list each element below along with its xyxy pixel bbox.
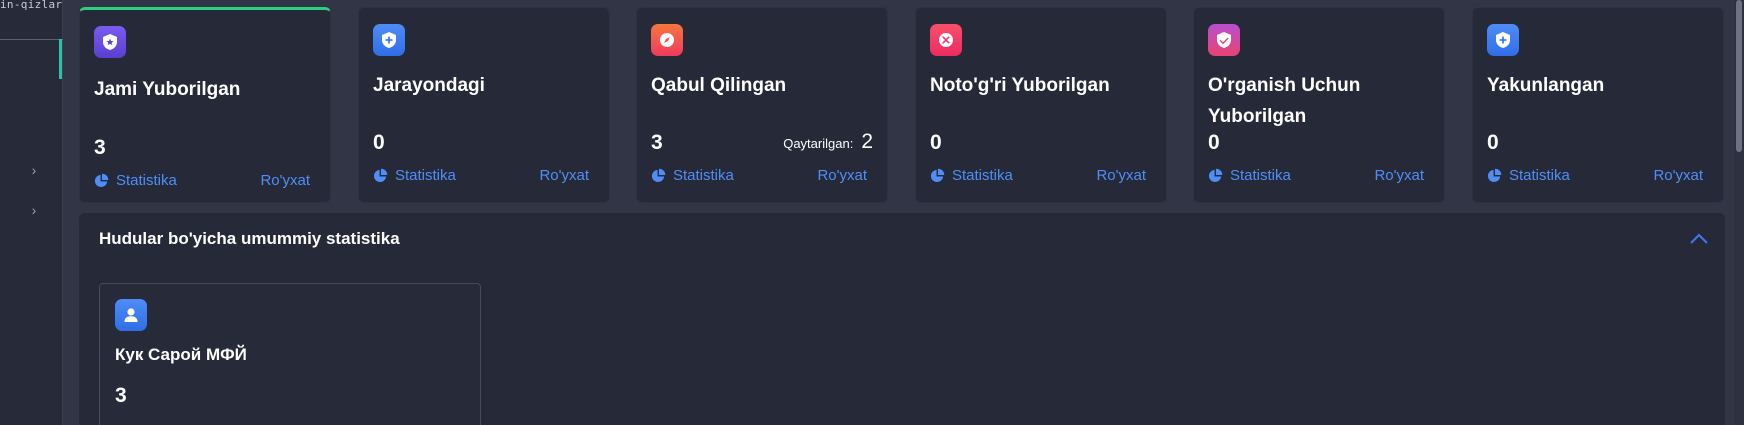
main-content: Jami Yuborilgan 3 Statistika Ro'yxat Jar… — [79, 0, 1725, 425]
sidebar-active-indicator — [59, 39, 62, 79]
card-footer: Statistika Ro'yxat — [1208, 165, 1424, 185]
card-footer: Statistika Ro'yxat — [373, 165, 589, 185]
sidebar-expand-chevron-icon[interactable]: › — [26, 162, 42, 178]
scrollbar[interactable] — [1734, 0, 1744, 425]
summary-card-notogri-yuborilgan[interactable]: Noto'g'ri Yuborilgan 0 Statistika Ro'yxa… — [915, 7, 1167, 203]
returned-label: Qaytarilgan: — [783, 136, 854, 151]
compass-icon — [651, 24, 683, 56]
region-count: 3 — [115, 384, 127, 407]
shield-plus-icon — [373, 24, 405, 56]
pie-chart-icon — [1208, 168, 1223, 182]
close-circle-icon — [930, 24, 962, 56]
returned-info: Qaytarilgan: 2 — [783, 130, 873, 154]
region-name: Кук Сарой МФЙ — [115, 345, 247, 364]
list-link[interactable]: Ro'yxat — [1096, 167, 1146, 184]
pie-chart-icon — [930, 168, 945, 182]
user-icon — [115, 299, 147, 331]
summary-card-jami-yuborilgan[interactable]: Jami Yuborilgan 3 Statistika Ro'yxat — [79, 7, 331, 203]
summary-cards: Jami Yuborilgan 3 Statistika Ro'yxat Jar… — [79, 7, 1725, 203]
statistics-label: Statistika — [1509, 166, 1570, 184]
statistics-link[interactable]: Statistika — [1208, 167, 1291, 184]
list-link[interactable]: Ro'yxat — [539, 167, 589, 184]
card-count: 0 — [1208, 131, 1220, 154]
shield-check-icon — [1208, 24, 1240, 56]
card-footer: Statistika Ro'yxat — [930, 165, 1146, 185]
sidebar-expand-chevron-icon[interactable]: › — [26, 202, 42, 218]
card-title: Qabul Qilingan — [651, 75, 787, 96]
card-count: 0 — [373, 131, 385, 154]
statistics-label: Statistika — [1230, 166, 1291, 184]
card-footer: Statistika Ro'yxat — [651, 165, 867, 185]
statistics-link[interactable]: Statistika — [930, 167, 1013, 184]
card-footer: Statistika Ro'yxat — [1487, 165, 1703, 185]
statistics-label: Statistika — [395, 166, 456, 184]
sidebar: in-qizlar › › — [0, 0, 63, 425]
sidebar-code-fragment: in-qizlar — [0, 0, 63, 10]
list-link[interactable]: Ro'yxat — [260, 172, 310, 189]
list-link[interactable]: Ro'yxat — [1653, 167, 1703, 184]
card-count: 0 — [1487, 131, 1499, 154]
list-link[interactable]: Ro'yxat — [817, 167, 867, 184]
card-title: Jami Yuborilgan — [94, 79, 241, 100]
collapse-chevron-up-icon[interactable] — [1687, 229, 1711, 249]
card-count: 3 — [651, 131, 663, 154]
statistics-label: Statistika — [952, 166, 1013, 184]
pie-chart-icon — [651, 168, 666, 182]
summary-card-jarayondagi[interactable]: Jarayondagi 0 Statistika Ro'yxat — [358, 7, 610, 203]
summary-card-yakunlangan[interactable]: Yakunlangan 0 Statistika Ro'yxat — [1472, 7, 1724, 203]
statistics-label: Statistika — [116, 171, 177, 189]
returned-value: 2 — [861, 130, 873, 153]
card-title: O'rganish Uchun Yuborilgan — [1208, 75, 1361, 127]
summary-card-qabul-qilingan[interactable]: Qabul Qilingan 3 Qaytarilgan: 2 Statisti… — [636, 7, 888, 203]
card-footer: Statistika Ro'yxat — [94, 170, 310, 190]
card-title: Jarayondagi — [373, 75, 485, 96]
statistics-label: Statistika — [673, 166, 734, 184]
pie-chart-icon — [373, 168, 388, 182]
sidebar-divider — [0, 39, 63, 40]
card-count: 0 — [930, 131, 942, 154]
statistics-link[interactable]: Statistika — [1487, 167, 1570, 184]
pie-chart-icon — [94, 173, 109, 187]
region-panel-title: Hudular bo'yicha umummiy statistika — [99, 229, 400, 248]
statistics-link[interactable]: Statistika — [94, 172, 177, 189]
statistics-link[interactable]: Statistika — [373, 167, 456, 184]
region-statistics-panel: Hudular bo'yicha umummiy statistika Кук … — [79, 213, 1725, 425]
statistics-link[interactable]: Statistika — [651, 167, 734, 184]
shield-plus-icon — [1487, 24, 1519, 56]
list-link[interactable]: Ro'yxat — [1374, 167, 1424, 184]
region-card[interactable]: Кук Сарой МФЙ 3 — [99, 283, 481, 425]
card-count: 3 — [94, 136, 106, 159]
scrollbar-thumb[interactable] — [1736, 0, 1742, 152]
shield-star-icon — [94, 26, 126, 58]
card-title: Yakunlangan — [1487, 75, 1605, 96]
card-title: Noto'g'ri Yuborilgan — [930, 75, 1110, 96]
pie-chart-icon — [1487, 168, 1502, 182]
summary-card-organish-uchun-yuborilgan[interactable]: O'rganish Uchun Yuborilgan 0 Statistika … — [1193, 7, 1445, 203]
